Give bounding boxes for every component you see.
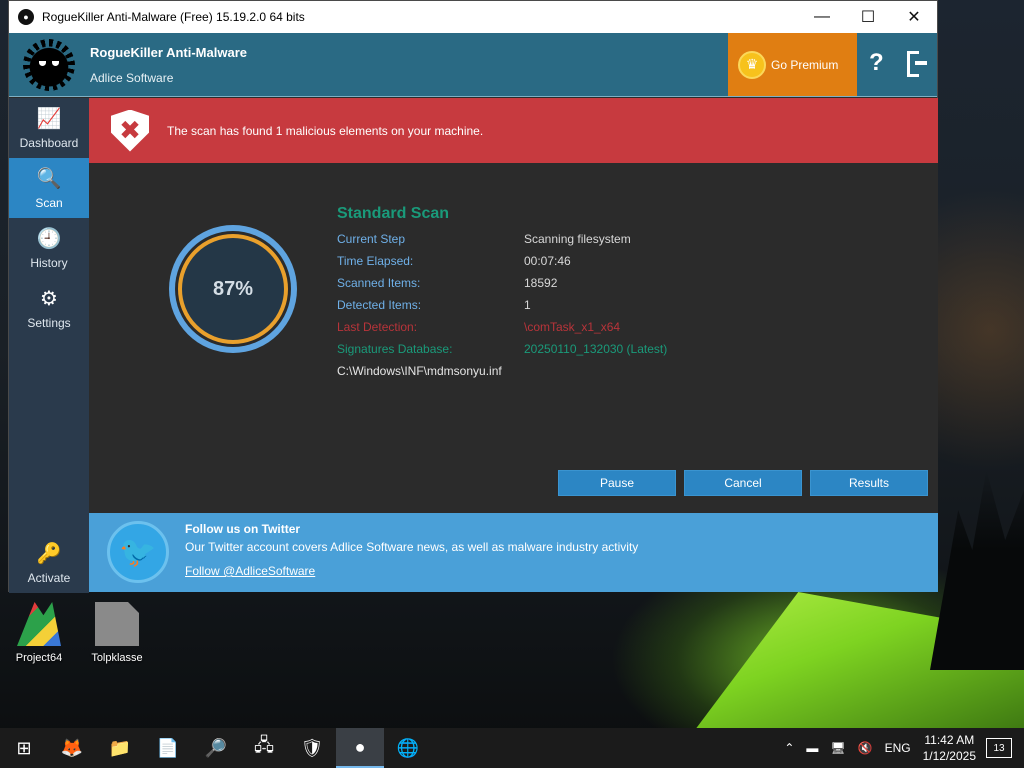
start-button[interactable]: ⊞	[0, 728, 48, 768]
project64-icon	[17, 602, 61, 646]
info-row-current-step: Current Step Scanning filesystem	[337, 232, 631, 246]
clock[interactable]: 11:42 AM 1/12/2025	[923, 732, 976, 764]
desktop-icon-label: Project64	[15, 652, 63, 664]
exit-icon[interactable]	[907, 51, 927, 77]
window-title: RogueKiller Anti-Malware (Free) 15.19.2.…	[42, 10, 305, 24]
gear-icon: ⚙	[40, 288, 58, 310]
language-indicator[interactable]: ENG	[885, 741, 911, 755]
close-button[interactable]: ✕	[891, 1, 937, 33]
notepad-icon[interactable]: 📄	[144, 728, 192, 768]
sidebar-item-label: Settings	[27, 316, 71, 330]
search-tool-icon[interactable]: 🔎	[192, 728, 240, 768]
results-button[interactable]: Results	[810, 470, 928, 496]
sidebar-item-settings[interactable]: ⚙ Settings	[9, 278, 89, 338]
scan-panel: 87% Standard Scan Current Step Scanning f…	[89, 163, 938, 513]
desktop-icon-label: Tolpklasse	[91, 652, 143, 664]
go-premium-label: Go Premium	[771, 57, 839, 72]
flag-icon[interactable]: ▬	[806, 741, 818, 755]
scan-progress-percent: 87%	[178, 234, 288, 344]
clock-icon: 🕘	[36, 228, 62, 250]
chevron-up-icon[interactable]: ⌃	[784, 741, 794, 755]
app-window: ● RogueKiller Anti-Malware (Free) 15.19.…	[8, 0, 938, 593]
desktop-icon-project64[interactable]: Project64	[4, 602, 74, 664]
sidebar-item-scan[interactable]: 🔍 Scan	[9, 158, 89, 218]
help-icon[interactable]: ?	[869, 49, 884, 77]
app-icon: ●	[18, 9, 34, 25]
maximize-button[interactable]: ☐	[845, 1, 891, 33]
scan-progress-ring: 87%	[169, 225, 297, 353]
title-bar[interactable]: ● RogueKiller Anti-Malware (Free) 15.19.…	[9, 1, 937, 33]
sidebar-item-activate[interactable]: 🔑 Activate	[9, 533, 89, 593]
sidebar-item-label: Scan	[35, 196, 63, 210]
sidebar-item-dashboard[interactable]: 📈 Dashboard	[9, 98, 89, 158]
security-shield-icon[interactable]: 🛡	[288, 728, 336, 768]
wallpaper-trees	[930, 470, 1024, 670]
alert-message: The scan has found 1 malicious elements …	[167, 123, 484, 138]
file-icon	[95, 602, 139, 646]
sidebar-item-label: Activate	[27, 571, 71, 585]
info-row-last-detection: Last Detection: \comTask_x1_x64	[337, 320, 621, 334]
roguekiller-logo	[27, 43, 71, 87]
detection-alert-banner: ✖ The scan has found 1 malicious element…	[89, 98, 938, 163]
sidebar-item-label: History	[30, 256, 68, 270]
scan-title: Standard Scan	[337, 205, 450, 222]
info-row-detected-items: Detected Items: 1	[337, 298, 531, 312]
key-icon: 🔑	[36, 543, 62, 565]
sidebar-item-history[interactable]: 🕘 History	[9, 218, 89, 278]
pause-button[interactable]: Pause	[558, 470, 676, 496]
twitter-banner: 🐦 Follow us on Twitter Our Twitter accou…	[89, 513, 938, 592]
shield-x-icon: ✖	[111, 109, 149, 152]
roguekiller-taskbar-icon[interactable]: ●	[336, 728, 384, 768]
twitter-follow-link[interactable]: Follow @AdliceSoftware	[185, 564, 315, 578]
app-header: RogueKiller Anti-Malware Adlice Software…	[9, 33, 937, 97]
current-file-path: C:\Windows\INF\mdmsonyu.inf	[337, 364, 502, 378]
desktop-icon-tolpklasse[interactable]: Tolpklasse	[82, 602, 152, 664]
taskbar: ⊞ 🦊 📁 📄 🔎 🖧 🛡 ● 🌐 ⌃ ▬ 🖥 🔇 ENG 11:42 AM 1…	[0, 728, 1024, 768]
globe-icon[interactable]: 🌐	[384, 728, 432, 768]
twitter-bird-icon: 🐦	[107, 521, 169, 583]
info-row-scanned-items: Scanned Items: 18592	[337, 276, 558, 290]
cancel-button[interactable]: Cancel	[684, 470, 802, 496]
network-icon[interactable]: 🖥	[830, 741, 845, 755]
minimize-button[interactable]: —	[799, 1, 845, 33]
sidebar: 📈 Dashboard 🔍 Scan 🕘 History ⚙ Settings …	[9, 98, 89, 593]
info-row-time-elapsed: Time Elapsed: 00:07:46	[337, 254, 571, 268]
chart-icon: 📈	[36, 108, 62, 130]
sidebar-item-label: Dashboard	[19, 136, 79, 150]
app-name: RogueKiller Anti-Malware	[90, 45, 247, 60]
system-tray: ⌃ ▬ 🖥 🔇 ENG 11:42 AM 1/12/2025 13	[778, 728, 1024, 768]
notification-center-icon[interactable]: 13	[986, 738, 1012, 758]
clock-date: 1/12/2025	[922, 749, 976, 763]
file-explorer-icon[interactable]: 📁	[96, 728, 144, 768]
network-tool-icon[interactable]: 🖧	[240, 728, 288, 768]
firefox-icon[interactable]: 🦊	[48, 728, 96, 768]
clock-time: 11:42 AM	[924, 733, 975, 747]
crown-icon: ♛	[738, 50, 766, 79]
go-premium-button[interactable]: ♛ Go Premium	[728, 33, 857, 96]
window-controls: — ☐ ✕	[799, 1, 937, 33]
volume-muted-icon[interactable]: 🔇	[858, 741, 873, 755]
search-icon: 🔍	[36, 168, 62, 190]
app-company: Adlice Software	[90, 71, 174, 85]
twitter-description: Our Twitter account covers Adlice Softwa…	[185, 540, 639, 554]
info-row-signatures-database: Signatures Database: 20250110_132030 (Lat…	[337, 342, 668, 356]
twitter-title: Follow us on Twitter	[185, 522, 301, 536]
